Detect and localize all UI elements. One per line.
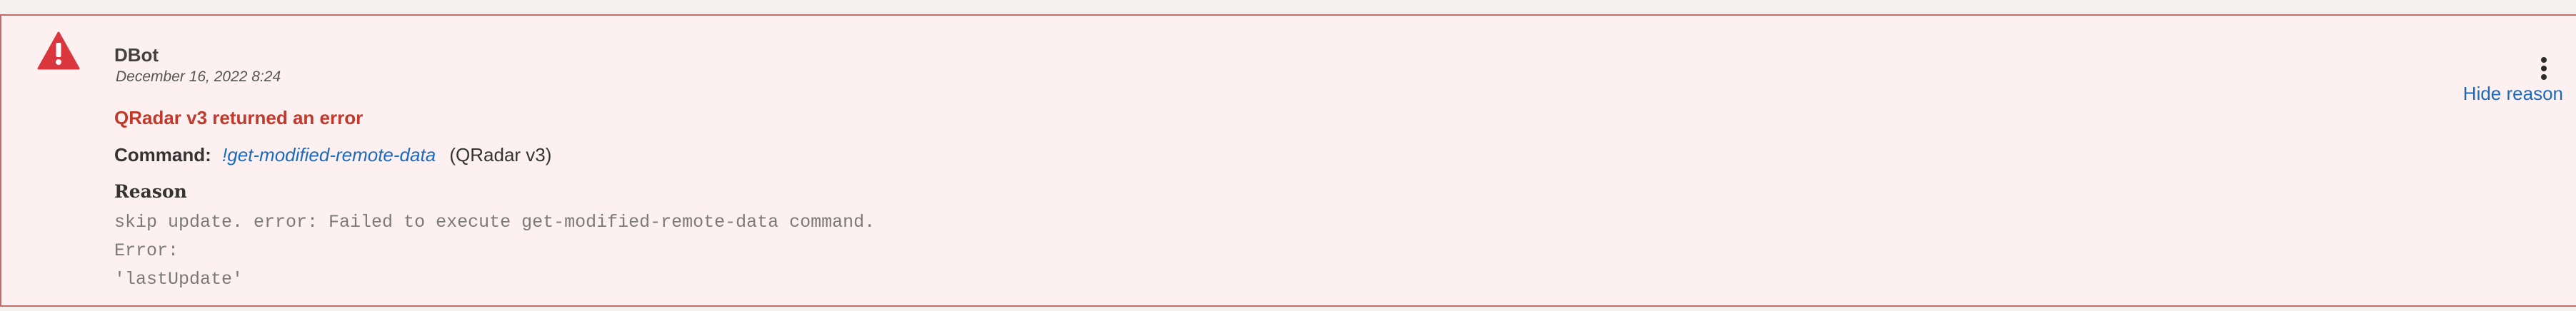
- reason-text: skip update. error: Failed to execute ge…: [114, 212, 876, 290]
- command-link[interactable]: !get-modified-remote-data: [222, 144, 436, 165]
- war-room-entry: DBot December 16, 2022 8:24 QRadar v3 re…: [0, 14, 2576, 307]
- reason-label: Reason: [114, 181, 187, 202]
- warning-triangle-icon: [37, 31, 80, 70]
- error-title: QRadar v3 returned an error: [114, 107, 364, 128]
- command-line: Command: !get-modified-remote-data (QRad…: [114, 144, 551, 166]
- kebab-dot: [2541, 66, 2547, 71]
- entry-author: DBot: [114, 44, 159, 66]
- hide-reason-link[interactable]: Hide reason: [2463, 83, 2563, 105]
- kebab-menu-icon[interactable]: [2539, 57, 2549, 81]
- command-source: (QRadar v3): [449, 144, 552, 165]
- command-label: Command:: [114, 144, 211, 165]
- kebab-dot: [2541, 57, 2547, 63]
- entry-timestamp: December 16, 2022 8:24: [116, 68, 281, 85]
- kebab-dot: [2541, 74, 2547, 80]
